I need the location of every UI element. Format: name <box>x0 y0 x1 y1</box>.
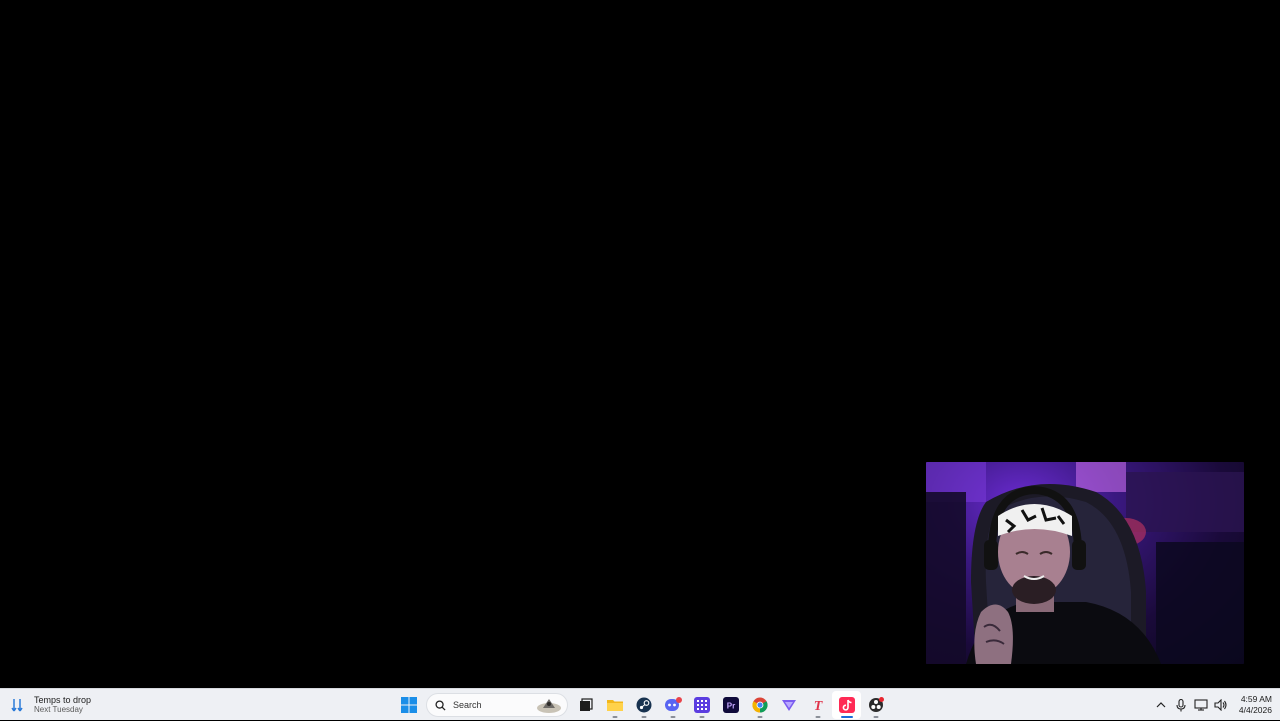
steam-icon <box>636 697 651 713</box>
weather-rain-icon <box>10 696 28 714</box>
network-icon <box>1194 699 1208 711</box>
t-app-icon: T <box>813 699 823 713</box>
search-highlight-icon <box>537 699 561 713</box>
obs-icon <box>868 697 884 712</box>
search-icon <box>435 699 446 711</box>
task-view-icon <box>579 698 593 711</box>
running-indicator <box>699 716 704 718</box>
taskbar-file-explorer[interactable] <box>600 691 629 719</box>
taskbar-vpn[interactable] <box>774 691 803 719</box>
clock-date: 4/4/2026 <box>1238 705 1272 715</box>
taskbar-premiere-pro[interactable]: Pr <box>716 691 745 719</box>
discord-icon <box>664 697 682 711</box>
taskbar-center: Search Pr T <box>394 689 890 721</box>
running-indicator <box>815 716 820 718</box>
taskbar-steam[interactable] <box>629 691 658 719</box>
folder-icon <box>606 700 623 711</box>
volume-button[interactable] <box>1211 694 1231 716</box>
clock[interactable]: 4:59 AM 4/4/2026 <box>1239 694 1272 716</box>
widget-title: Temps to drop <box>34 695 92 705</box>
webcam-overlay <box>926 462 1244 664</box>
taskbar-chrome[interactable] <box>745 691 774 719</box>
microphone-button[interactable] <box>1171 694 1191 716</box>
clock-time: 4:59 AM <box>1240 694 1272 704</box>
chrome-icon <box>751 697 768 713</box>
running-indicator <box>641 716 646 718</box>
taskbar-obs[interactable] <box>861 691 890 719</box>
chevron-up-icon <box>1156 702 1166 708</box>
premiere-pro-icon: Pr <box>722 697 739 713</box>
windows-logo-icon <box>400 697 417 713</box>
search-box[interactable]: Search <box>426 693 568 717</box>
running-indicator <box>670 716 675 718</box>
widget-subtitle: Next Tuesday <box>34 705 83 714</box>
running-indicator <box>757 716 762 718</box>
running-indicator <box>873 716 878 718</box>
running-indicator <box>612 716 617 718</box>
grid-app-icon <box>693 697 710 713</box>
taskbar-discord[interactable] <box>658 691 687 719</box>
taskbar-tiktok[interactable] <box>832 691 861 719</box>
microphone-icon <box>1176 698 1186 711</box>
taskbar-task-view[interactable] <box>571 691 600 719</box>
volume-icon <box>1214 699 1227 711</box>
taskbar-app-grid[interactable] <box>687 691 716 719</box>
network-button[interactable] <box>1191 694 1211 716</box>
show-hidden-icons-button[interactable] <box>1151 694 1171 716</box>
system-tray: 4:59 AM 4/4/2026 <box>1151 689 1272 721</box>
vpn-triangle-icon <box>781 700 796 711</box>
start-button[interactable] <box>394 691 423 719</box>
search-placeholder: Search <box>453 700 482 710</box>
taskbar: Temps to drop Next Tuesday Search Pr T 4… <box>0 688 1280 720</box>
tiktok-icon <box>838 697 855 713</box>
svg-text:T: T <box>813 699 823 713</box>
webcam-streamer-image <box>926 462 1244 664</box>
svg-text:Pr: Pr <box>726 702 734 711</box>
taskbar-text-app[interactable]: T <box>803 691 832 719</box>
weather-widget[interactable]: Temps to drop Next Tuesday <box>10 692 91 718</box>
active-indicator <box>840 716 853 718</box>
